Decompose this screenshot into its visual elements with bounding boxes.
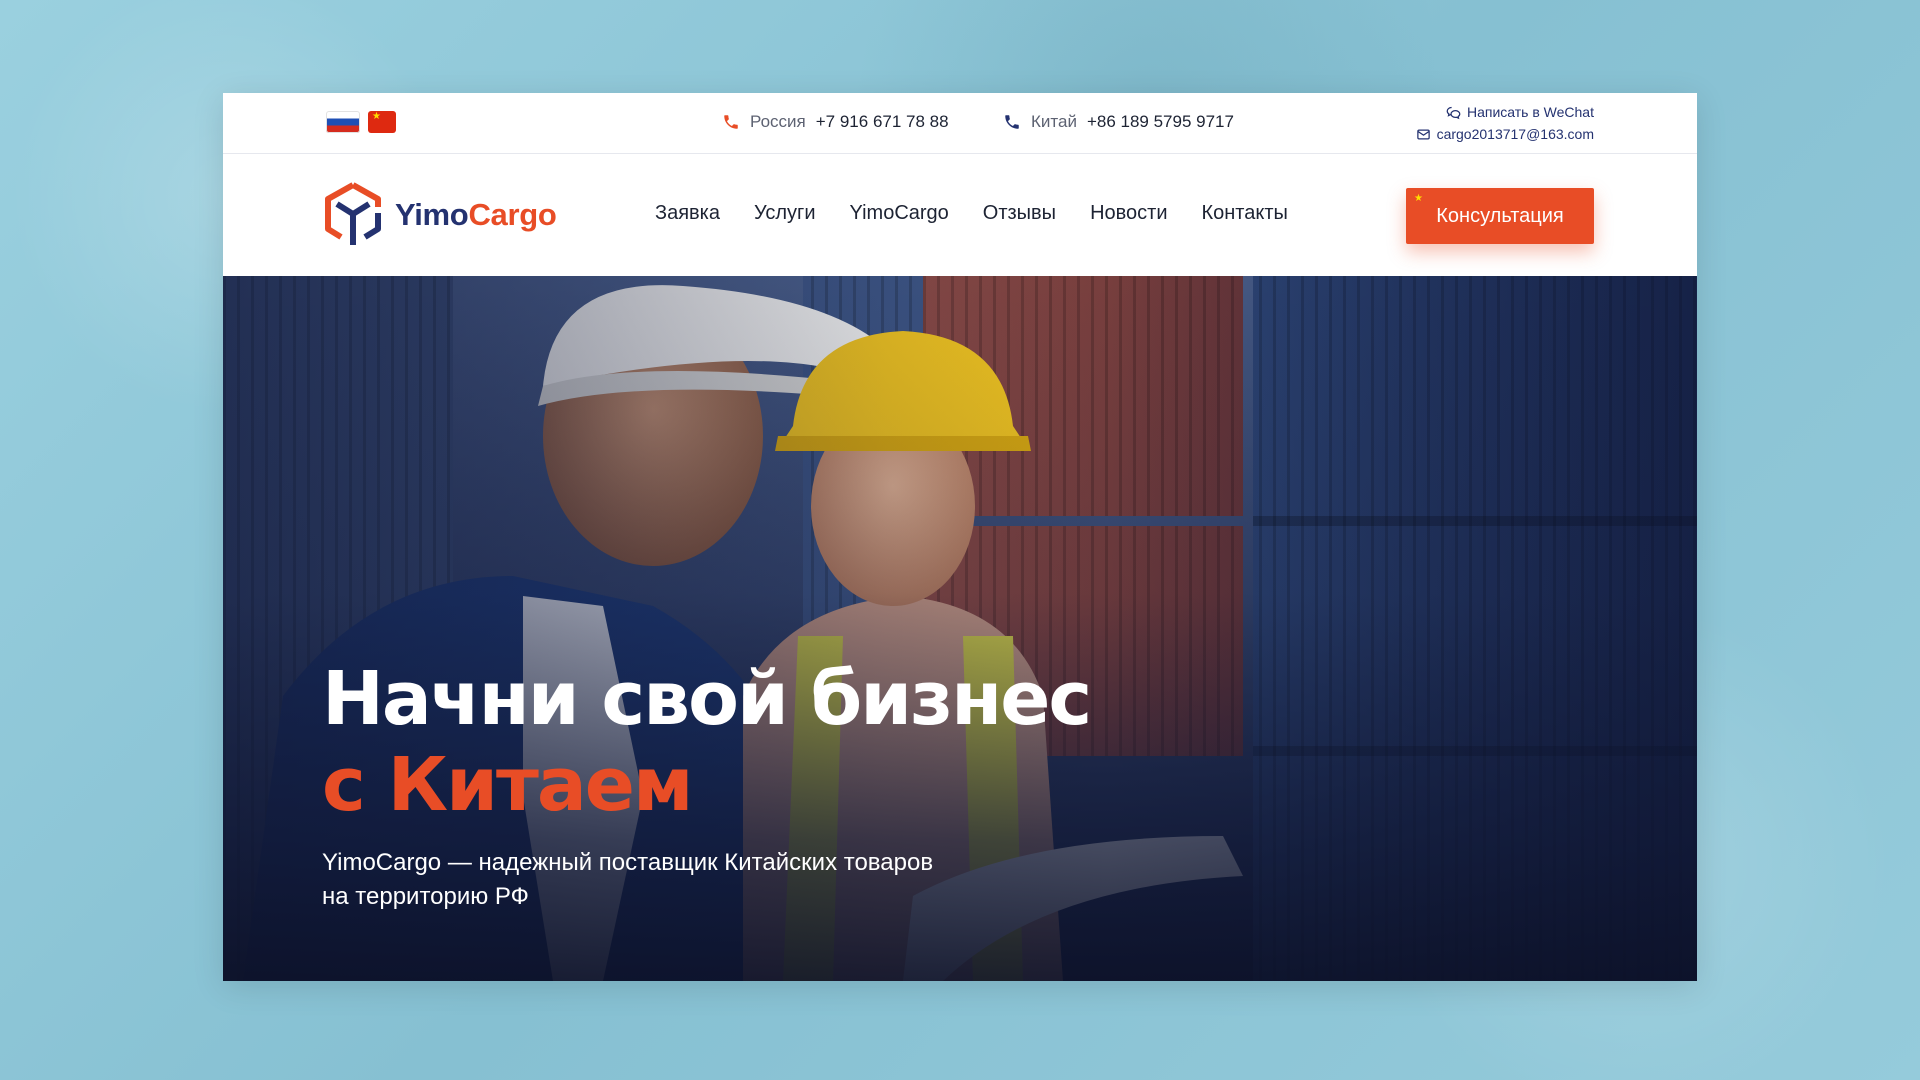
language-switcher <box>326 111 396 133</box>
russia-flag-icon[interactable] <box>326 111 360 133</box>
website-screenshot: Россия +7 916 671 78 88 Китай +86 189 57… <box>223 93 1697 981</box>
consultation-button-label: Консультация <box>1436 204 1564 227</box>
logo-part-yimo: Yimo <box>395 197 469 232</box>
menu-item-otzyvy[interactable]: Отзывы <box>983 202 1056 225</box>
phone-icon <box>1005 115 1019 129</box>
hero-title: Начни свой бизнес с Китаем <box>322 656 1092 828</box>
wechat-label: Написать в WeChat <box>1466 104 1594 120</box>
logo-part-cargo: Cargo <box>468 197 557 232</box>
phone-number[interactable]: +86 189 5795 9717 <box>1087 112 1234 132</box>
messenger-contacts: Написать в WeChat cargo2013717@163.com <box>1416 101 1594 145</box>
phone-country-label: Россия <box>750 112 806 131</box>
menu-item-kontakty[interactable]: Контакты <box>1201 202 1287 225</box>
logo[interactable]: YimoCargo <box>323 182 557 248</box>
logo-wordmark: YimoCargo <box>395 197 557 233</box>
wechat-icon <box>1446 106 1461 119</box>
email-address: cargo2013717@163.com <box>1436 126 1594 142</box>
menu-item-novosti[interactable]: Новости <box>1090 202 1167 225</box>
wechat-link[interactable]: Написать в WeChat <box>1416 101 1594 123</box>
top-contact-bar: Россия +7 916 671 78 88 Китай +86 189 57… <box>223 93 1697 154</box>
menu-item-yimocargo[interactable]: YimoCargo <box>850 202 949 225</box>
phone-number[interactable]: +7 916 671 78 88 <box>816 112 949 132</box>
main-navbar: YimoCargo Заявка Услуги YimoCargo Отзывы… <box>223 154 1697 276</box>
star-icon: ★ <box>1414 193 1423 204</box>
hero-title-line1: Начни свой бизнес <box>322 656 1092 742</box>
mail-icon <box>1416 129 1430 139</box>
main-menu: Заявка Услуги YimoCargo Отзывы Новости К… <box>655 202 1288 225</box>
logo-cube-icon <box>325 182 381 245</box>
menu-item-zayavka[interactable]: Заявка <box>655 202 720 225</box>
consultation-button[interactable]: ★ Консультация <box>1406 188 1594 244</box>
hero-title-line2: с Китаем <box>322 742 693 828</box>
phone-russia[interactable]: Россия +7 916 671 78 88 <box>722 112 949 132</box>
hero-section: Начни свой бизнес с Китаем YimoCargo — н… <box>223 276 1697 981</box>
menu-item-uslugi[interactable]: Услуги <box>754 202 816 225</box>
email-link[interactable]: cargo2013717@163.com <box>1416 123 1594 145</box>
phone-country-label: Китай <box>1031 112 1077 131</box>
china-flag-icon[interactable] <box>368 111 396 133</box>
hero-subtitle: YimoCargo — надежный поставщик Китайских… <box>322 849 934 910</box>
phone-icon <box>724 115 738 129</box>
phone-china[interactable]: Китай +86 189 5795 9717 <box>1003 112 1234 132</box>
